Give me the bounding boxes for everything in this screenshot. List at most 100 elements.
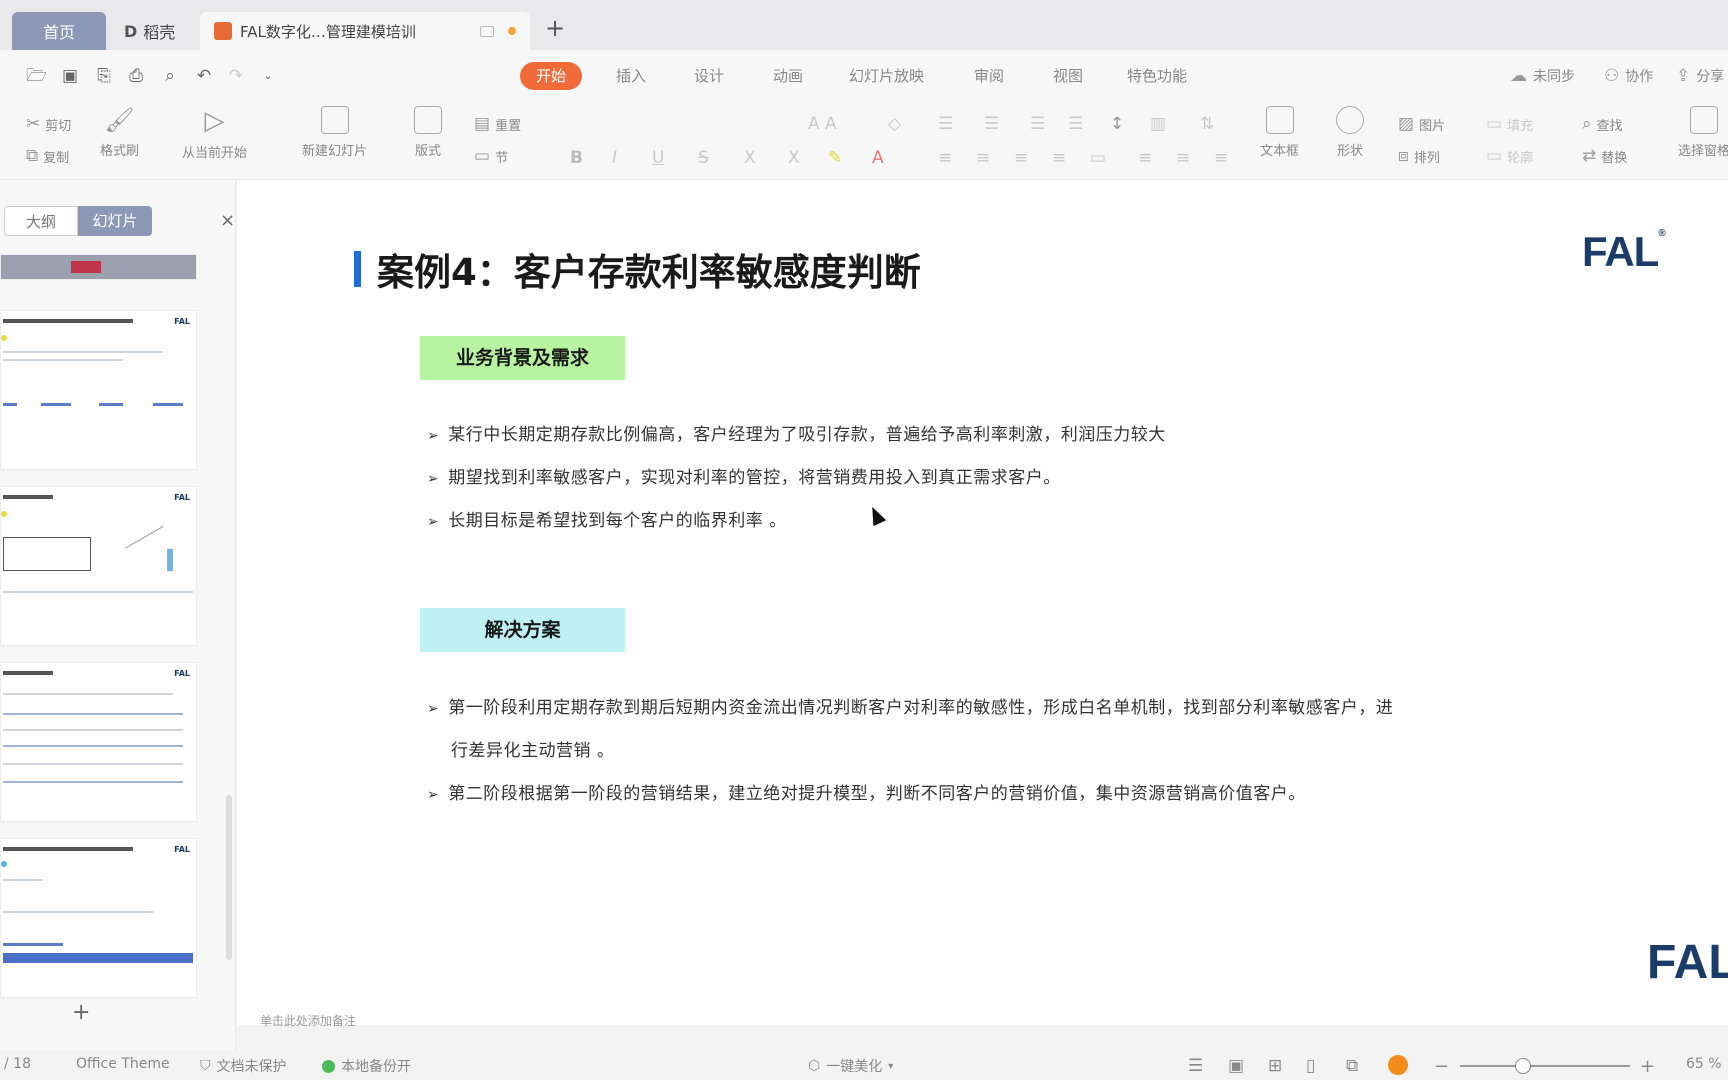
collab-button[interactable]: ⚇ 协作 (1604, 66, 1653, 86)
zoom-slider-knob[interactable] (1515, 1058, 1531, 1074)
text-align-top-icon[interactable]: ≡ (1138, 148, 1152, 168)
zoom-in-button[interactable]: + (1640, 1056, 1655, 1077)
backup-status[interactable]: 本地备份开 (322, 1056, 411, 1076)
slide-thumbnail[interactable]: FAL (0, 662, 197, 822)
columns-icon[interactable]: ▥ (1150, 114, 1166, 134)
menu-special[interactable]: 特色功能 (1127, 62, 1187, 90)
share-button[interactable]: ⇪ 分享 (1676, 66, 1724, 86)
monitor-icon[interactable] (480, 25, 494, 37)
tab-home[interactable]: 首页 (12, 12, 106, 50)
new-tab-button[interactable]: + (545, 14, 565, 42)
zoom-level[interactable]: 65 % (1686, 1056, 1722, 1072)
slide-thumbnail[interactable]: FAL (0, 838, 197, 998)
align-left-icon[interactable]: ≡ (938, 148, 952, 168)
slide-thumbnail[interactable]: FAL (0, 310, 197, 470)
print-icon[interactable]: ⎙ (126, 66, 146, 86)
normal-view-icon[interactable]: ▣ (1228, 1056, 1244, 1076)
tab-daoke[interactable]: D 稻壳 (110, 12, 200, 50)
tab-outline[interactable]: 大纲 (4, 206, 78, 236)
underline-icon[interactable]: U (652, 148, 664, 168)
add-slide-button[interactable]: + (72, 1000, 90, 1025)
format-painter-button[interactable]: 🖌 格式刷 (100, 106, 139, 159)
bold-icon[interactable]: B (570, 148, 583, 168)
eraser-icon[interactable]: ◇ (888, 114, 901, 134)
presenter-view-icon[interactable]: ⧉ (1346, 1056, 1358, 1076)
reset-button[interactable]: ▤ 重置 (474, 114, 521, 134)
justify-icon[interactable]: ≡ (1052, 148, 1066, 168)
notes-placeholder[interactable]: 单击此处添加备注 (260, 1012, 356, 1029)
align-center-icon[interactable]: ≡ (976, 148, 990, 168)
indent-increase-icon[interactable]: ☰ (1068, 114, 1083, 134)
open-icon[interactable]: 🗁 (26, 66, 47, 86)
slide-thumbnail[interactable] (0, 254, 197, 280)
play-slideshow-icon[interactable] (1388, 1055, 1408, 1075)
section-button[interactable]: ▭ 节 (474, 146, 508, 166)
theme-name[interactable]: Office Theme (76, 1056, 170, 1072)
menu-insert[interactable]: 插入 (616, 62, 646, 90)
section-solution-tag[interactable]: 解决方案 (420, 608, 625, 652)
shape-button[interactable]: 形状 (1336, 106, 1364, 159)
layout-button[interactable]: 版式 (414, 106, 442, 159)
align-right-icon[interactable]: ≡ (1014, 148, 1028, 168)
menu-slideshow[interactable]: 幻灯片放映 (849, 62, 924, 90)
new-slide-button[interactable]: 新建幻灯片 (302, 106, 367, 159)
bullet-background-1[interactable]: ➢ 某行中长期定期存款比例偏高，客户经理为了吸引存款，普遍给予高利率刺激，利润压力… (427, 420, 1166, 445)
picture-button[interactable]: ▨ 图片 (1398, 114, 1445, 134)
select-pane-button[interactable]: 选择窗格 (1678, 106, 1728, 159)
menu-design[interactable]: 设计 (694, 62, 724, 90)
slide-title[interactable]: 案例4：客户存款利率敏感度判断 (377, 242, 921, 296)
zoom-out-button[interactable]: − (1434, 1056, 1449, 1077)
slide-canvas[interactable]: 案例4：客户存款利率敏感度判断 FAL® 业务背景及需求 ➢ 某行中长期定期存款比… (237, 180, 1728, 1025)
sync-status[interactable]: ☁ 未同步 (1510, 66, 1575, 86)
panel-scrollbar[interactable] (226, 795, 232, 960)
strikethrough-icon[interactable]: S (698, 148, 709, 168)
reading-view-icon[interactable]: ▯ (1306, 1056, 1315, 1076)
line-spacing-icon[interactable]: ↕ (1110, 114, 1124, 134)
arrange-button[interactable]: ⧈ 排列 (1398, 146, 1440, 166)
menu-animation[interactable]: 动画 (773, 62, 803, 90)
fill-button[interactable]: ▭ 填充 (1486, 114, 1533, 134)
bullet-solution-1[interactable]: ➢ 第一阶段利用定期存款到期后短期内资金流出情况判断客户对利率的敏感性，形成白名单… (427, 693, 1393, 718)
font-color-icon[interactable]: A (872, 148, 884, 168)
export-icon[interactable]: ⎘ (94, 66, 114, 86)
close-panel-icon[interactable]: × (220, 210, 235, 231)
notes-toggle-icon[interactable]: ☰ (1188, 1056, 1203, 1076)
play-from-current-button[interactable]: ▷ 从当前开始 (182, 106, 247, 161)
font-increase-icon[interactable]: A A (808, 114, 837, 134)
protect-status[interactable]: ⛉ 文档未保护 (200, 1056, 287, 1076)
bullet-list-icon[interactable]: ☰ (938, 114, 953, 134)
highlight-icon[interactable]: ✎ (828, 148, 842, 168)
outline-button[interactable]: ▭ 轮廓 (1486, 146, 1533, 166)
cut-button[interactable]: ✂ 剪切 (26, 114, 71, 134)
section-background-tag[interactable]: 业务背景及需求 (420, 336, 625, 380)
menu-view[interactable]: 视图 (1053, 62, 1083, 90)
menu-start[interactable]: 开始 (520, 62, 583, 90)
preview-icon[interactable]: ⌕ (160, 66, 180, 86)
undo-icon[interactable]: ↶ (194, 66, 214, 86)
indent-decrease-icon[interactable]: ☰ (1030, 114, 1045, 134)
numbered-list-icon[interactable]: ☰ (984, 114, 999, 134)
redo-icon[interactable]: ↷ (226, 66, 246, 86)
superscript-icon[interactable]: X (744, 148, 756, 168)
text-direction-icon[interactable]: ⇅ (1200, 114, 1214, 134)
find-button[interactable]: ⌕ 查找 (1582, 114, 1623, 134)
beautify-button[interactable]: ⬡ 一键美化 ▾ (808, 1056, 893, 1076)
bullet-background-2[interactable]: ➢ 期望找到利率敏感客户，实现对利率的管控，将营销费用投入到真正需求客户。 (427, 463, 1061, 488)
italic-icon[interactable]: I (612, 148, 617, 168)
subscript-icon[interactable]: X (788, 148, 800, 168)
menu-review[interactable]: 审阅 (974, 62, 1004, 90)
text-align-middle-icon[interactable]: ≡ (1176, 148, 1190, 168)
tab-document[interactable]: FAL数字化…管理建模培训 (200, 12, 530, 50)
tab-slides[interactable]: 幻灯片 (78, 206, 152, 236)
distribute-icon[interactable]: ▭ (1090, 148, 1106, 168)
zoom-slider[interactable] (1460, 1058, 1630, 1074)
bullet-solution-2[interactable]: ➢ 第二阶段根据第一阶段的营销结果，建立绝对提升模型，判断不同客户的营销价值，集中… (427, 779, 1306, 804)
replace-button[interactable]: ⇄ 替换 (1582, 146, 1627, 166)
bullet-background-3[interactable]: ➢ 长期目标是希望找到每个客户的临界利率 。 (427, 506, 787, 531)
save-icon[interactable]: ▣ (60, 66, 80, 86)
copy-button[interactable]: ⧉ 复制 (26, 146, 69, 166)
sorter-view-icon[interactable]: ⊞ (1268, 1056, 1282, 1076)
customize-chevron-icon[interactable]: ⌄ (258, 66, 278, 86)
textbox-button[interactable]: 文本框 (1260, 106, 1299, 159)
slide-thumbnail[interactable]: FAL (0, 486, 197, 646)
